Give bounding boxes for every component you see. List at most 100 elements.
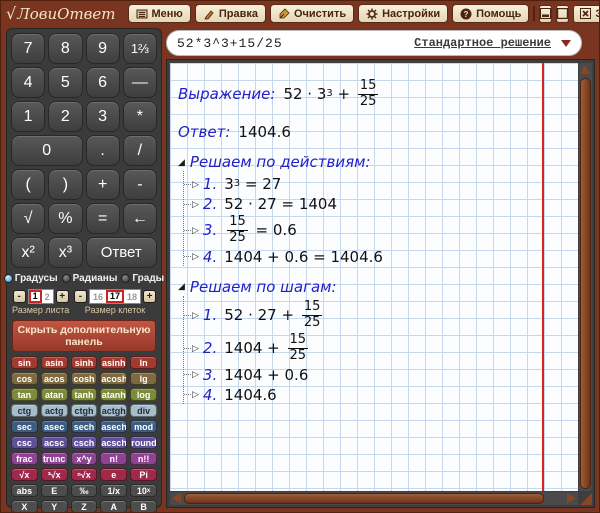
sheet-size-plus-button[interactable]: +	[56, 290, 69, 303]
fn-‰[interactable]: ‰	[71, 484, 98, 497]
key-9[interactable]: 9	[86, 33, 120, 64]
fn-Z[interactable]: Z	[71, 500, 98, 513]
fn-ⁿ√x[interactable]: ⁿ√x	[71, 468, 98, 481]
key-6[interactable]: 6	[86, 67, 120, 98]
step-expand-icon[interactable]: ▷	[192, 310, 199, 321]
fn-lg[interactable]: lg	[130, 372, 157, 385]
fn-actgh[interactable]: actgh	[100, 404, 127, 417]
key-Ответ[interactable]: Ответ	[86, 237, 158, 268]
fn-abs[interactable]: abs	[11, 484, 38, 497]
fn-div[interactable]: div	[130, 404, 157, 417]
scroll-left-icon[interactable]	[172, 493, 181, 503]
help-button[interactable]: ? Помощь	[452, 4, 529, 23]
scroll-right-icon[interactable]	[567, 493, 576, 503]
horizontal-scroll-thumb[interactable]	[184, 493, 544, 504]
fn-E[interactable]: E	[41, 484, 68, 497]
step-expand-icon[interactable]: ▷	[192, 199, 199, 210]
key-.[interactable]: .	[86, 135, 120, 166]
key-*[interactable]: *	[123, 101, 157, 132]
fn-mod[interactable]: mod	[130, 420, 157, 433]
fn-e[interactable]: e	[100, 468, 127, 481]
hide-panel-button[interactable]: Скрыть дополнительную панель	[12, 320, 156, 352]
key-)[interactable]: )	[48, 169, 82, 200]
key-+[interactable]: +	[86, 169, 120, 200]
vertical-scroll-thumb[interactable]	[580, 78, 591, 489]
fn-asec[interactable]: asec	[41, 420, 68, 433]
key-/[interactable]: /	[123, 135, 157, 166]
key-x³[interactable]: x³	[48, 237, 82, 268]
fn-atan[interactable]: atan	[41, 388, 68, 401]
fn-10ˣ[interactable]: 10ˣ	[130, 484, 157, 497]
key-√[interactable]: √	[11, 203, 45, 234]
spinner-value-1[interactable]: 1	[29, 290, 42, 303]
key-1⅔[interactable]: 1⅔	[123, 33, 157, 64]
key-←[interactable]: ←	[123, 203, 157, 234]
fn-tanh[interactable]: tanh	[71, 388, 98, 401]
fn-asin[interactable]: asin	[41, 356, 68, 369]
key-=[interactable]: =	[86, 203, 120, 234]
minimize-button[interactable]	[539, 5, 552, 23]
fn-sech[interactable]: sech	[71, 420, 98, 433]
key-7[interactable]: 7	[11, 33, 45, 64]
fn-csc[interactable]: csc	[11, 436, 38, 449]
fn-³√x[interactable]: ³√x	[41, 468, 68, 481]
fn-csch[interactable]: csch	[71, 436, 98, 449]
key-—[interactable]: —	[123, 67, 157, 98]
cell-size-minus-button[interactable]: -	[74, 290, 87, 303]
fn-B[interactable]: B	[130, 500, 157, 513]
key-([interactable]: (	[11, 169, 45, 200]
maximize-button[interactable]	[556, 5, 569, 23]
key-5[interactable]: 5	[48, 67, 82, 98]
fn-sec[interactable]: sec	[11, 420, 38, 433]
fn-trunc[interactable]: trunc	[41, 452, 68, 465]
spinner-value-18[interactable]: 18	[124, 291, 140, 303]
resize-grip[interactable]	[580, 493, 592, 505]
fn-acsc[interactable]: acsc	[41, 436, 68, 449]
fn-asech[interactable]: asech	[100, 420, 127, 433]
fn-A[interactable]: A	[100, 500, 127, 513]
clear-button[interactable]: Очистить	[270, 4, 354, 23]
settings-button[interactable]: Настройки	[358, 4, 448, 23]
angle-mode-1[interactable]: Радианы	[62, 273, 118, 284]
solution-mode-dropdown[interactable]: Стандартное решение	[414, 36, 571, 50]
cell-size-plus-button[interactable]: +	[143, 290, 156, 303]
fn-acos[interactable]: acos	[41, 372, 68, 385]
fn-X[interactable]: X	[11, 500, 38, 513]
fn-Pi[interactable]: Pi	[130, 468, 157, 481]
fn-tan[interactable]: tan	[11, 388, 38, 401]
fn-Y[interactable]: Y	[41, 500, 68, 513]
fn-ctg[interactable]: ctg	[11, 404, 38, 417]
fn-x^y[interactable]: x^y	[71, 452, 98, 465]
collapse-icon[interactable]: ◢	[178, 158, 185, 167]
horizontal-scrollbar[interactable]	[170, 492, 578, 505]
fn-frac[interactable]: frac	[11, 452, 38, 465]
fn-sinh[interactable]: sinh	[71, 356, 98, 369]
fn-round[interactable]: round	[130, 436, 157, 449]
key-0[interactable]: 0	[11, 135, 83, 166]
worksheet-paper[interactable]: Выражение: 52 · 33 + 1525 Ответ: 1404.6 …	[170, 63, 578, 491]
angle-mode-0[interactable]: Градусы	[4, 273, 58, 284]
fn-n![interactable]: n!	[100, 452, 127, 465]
fn-cosh[interactable]: cosh	[71, 372, 98, 385]
fn-acosh[interactable]: acosh	[100, 372, 127, 385]
angle-mode-2[interactable]: Грады	[121, 273, 164, 284]
step-expand-icon[interactable]: ▷	[192, 389, 199, 400]
step-expand-icon[interactable]: ▷	[192, 225, 199, 236]
fn-√x[interactable]: √x	[11, 468, 38, 481]
fn-atanh[interactable]: atanh	[100, 388, 127, 401]
key--[interactable]: -	[123, 169, 157, 200]
spinner-value-2[interactable]: 2	[42, 291, 53, 303]
step-expand-icon[interactable]: ▷	[192, 179, 199, 190]
spinner-value-16[interactable]: 16	[90, 291, 106, 303]
scroll-up-icon[interactable]	[580, 65, 590, 74]
key-4[interactable]: 4	[11, 67, 45, 98]
fn-1/x[interactable]: 1/x	[100, 484, 127, 497]
fn-asinh[interactable]: asinh	[100, 356, 127, 369]
fn-log[interactable]: log	[130, 388, 157, 401]
fn-acsch[interactable]: acsch	[100, 436, 127, 449]
spinner-value-17[interactable]: 17	[106, 290, 124, 303]
collapse-icon[interactable]: ◢	[178, 282, 185, 291]
step-expand-icon[interactable]: ▷	[192, 343, 199, 354]
step-expand-icon[interactable]: ▷	[192, 369, 199, 380]
key-8[interactable]: 8	[48, 33, 82, 64]
